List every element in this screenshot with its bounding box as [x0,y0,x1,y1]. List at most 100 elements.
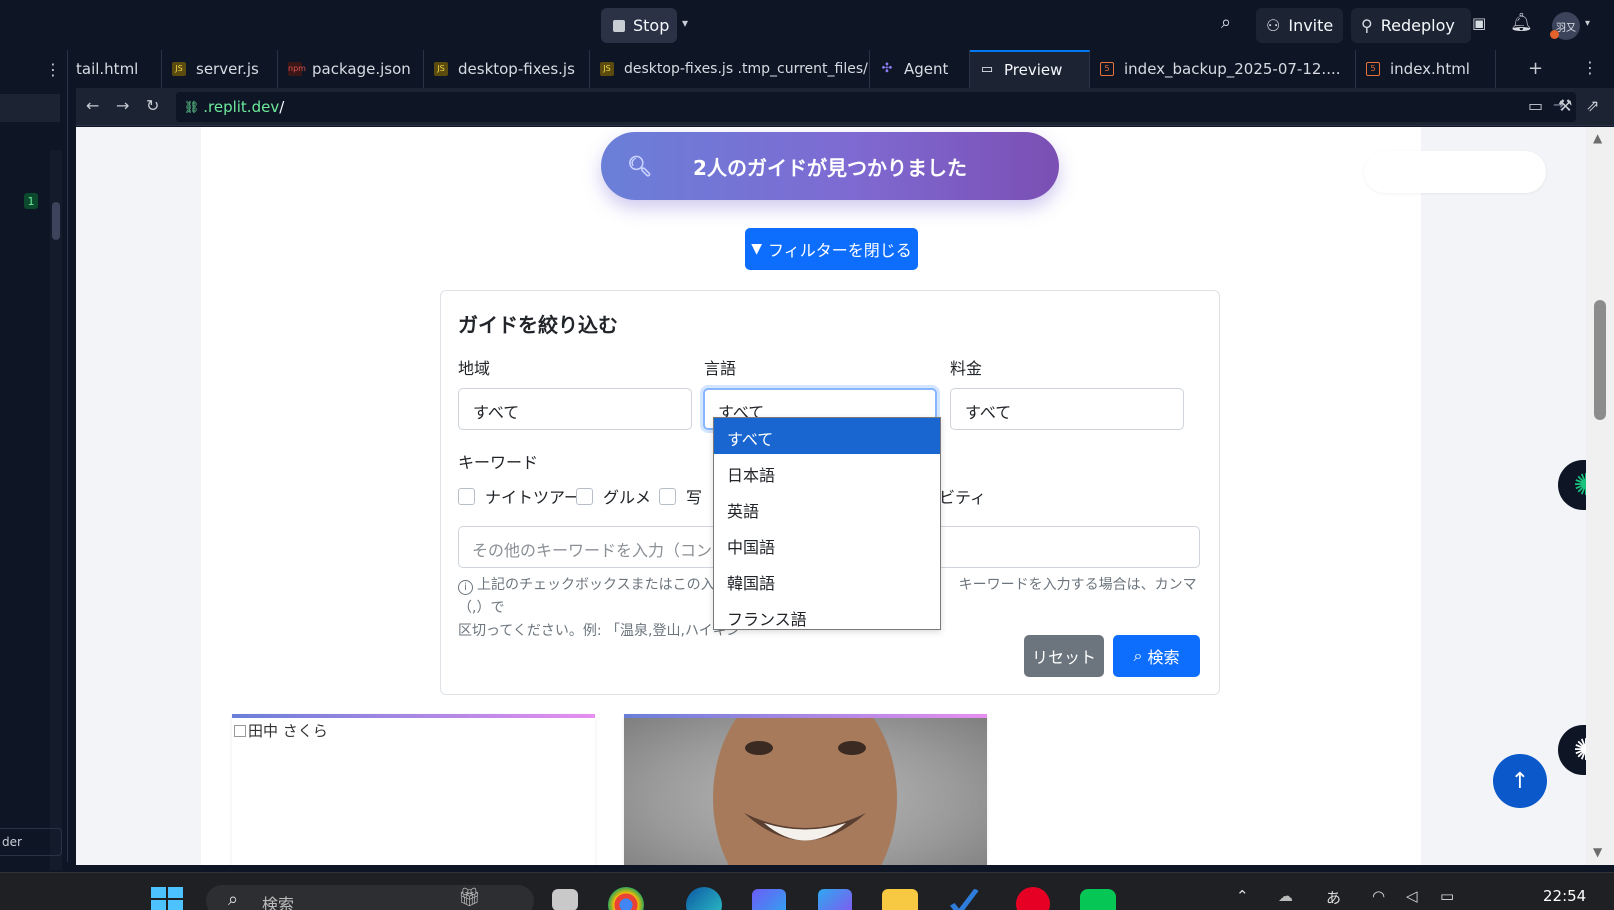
region-label: 地域 [458,359,491,378]
tab-desktop-fixes-js[interactable]: JS desktop-fixes.js [424,50,590,88]
url-field[interactable]: ⛓ .replit.dev / → [176,92,1576,122]
help-text-part: 区切ってください。例: 「温泉,登山,ハイキン [458,623,741,639]
invite-label: Invite [1288,16,1334,35]
chevron-up-icon[interactable]: ⌃ [1236,887,1249,905]
todo-icon[interactable] [950,889,980,910]
checkbox-photo[interactable]: 写 [659,484,702,508]
results-count-text: 2人のガイドが見つかりました [693,155,967,180]
status-dot [1550,30,1559,39]
reload-icon[interactable]: ↻ [146,96,159,115]
guide-card[interactable] [624,714,987,865]
search-icon: ⌕ [1133,646,1143,665]
device-icon[interactable]: ▭ [1528,96,1543,115]
chevron-down-icon[interactable]: ▾ [682,16,688,30]
more-icon[interactable]: ⋮ [1582,58,1598,77]
tab-server-js[interactable]: JS server.js [162,50,278,88]
checkbox-night-tour[interactable]: ナイトツアー [458,484,580,508]
pinterest-icon[interactable] [1016,887,1050,910]
dropdown-option-english[interactable]: 英語 [714,490,940,526]
guide-card[interactable]: 田中 さくら [232,714,595,865]
tab-label: tail.html [76,60,139,78]
scroll-thumb[interactable] [1594,300,1606,420]
sidebar-row[interactable] [0,94,60,122]
checkbox[interactable] [458,487,475,505]
agent-icon: ✣ [881,61,893,76]
wrench-icon[interactable]: ⚒ [1558,96,1572,115]
tab-agent[interactable]: ✣ Agent [870,50,970,88]
dropdown-option-korean[interactable]: 韓国語 [714,562,940,598]
tab-index-backup[interactable]: 5 index_backup_2025-07-12.... [1090,50,1356,88]
line-icon[interactable] [1080,889,1116,910]
cloud-icon[interactable]: ☁ [1278,887,1293,905]
tab-desktop-fixes-tmp[interactable]: JS desktop-fixes.js .tmp_current_files/ [590,50,870,88]
sidebar-scroll-thumb[interactable] [52,202,60,240]
copilot-app-icon[interactable] [818,889,852,910]
checkbox-label: グルメ [603,488,652,507]
region-select[interactable]: すべて [458,388,692,430]
dropdown-option-all[interactable]: すべて [714,418,940,454]
open-external-icon[interactable]: ⇗ [1586,96,1599,115]
checkbox[interactable] [576,487,593,505]
search-button-label: 検索 [1147,648,1180,667]
tab-label: package.json [312,60,411,78]
taskbar-search[interactable]: ⌕ 検索 🎁︎ [206,885,534,910]
dropdown-option-japanese[interactable]: 日本語 [714,454,940,490]
search-icon[interactable]: ⌕ [1221,12,1231,33]
keyword-label: キーワード [458,453,539,472]
scroll-down-icon[interactable]: ▼ [1593,845,1602,859]
left-sidebar: ⋮ [0,50,68,870]
chevron-down-icon[interactable]: ▾ [1585,18,1590,29]
fee-select[interactable]: すべて [950,388,1184,430]
tab-package-json[interactable]: npm package.json [278,50,424,88]
top-bar: Stop ▾ ⌕ ⚇ Invite ⚲ Redeploy ▣ 🔔︎ 羽又 ▾ [0,0,1614,50]
dropdown-option-chinese[interactable]: 中国語 [714,526,940,562]
edge-icon[interactable] [686,887,722,910]
search-icon: ⌕ [228,889,239,910]
chrome-icon[interactable] [608,887,644,910]
dropdown-option-french[interactable]: フランス語 [714,598,940,634]
forward-icon[interactable]: → [116,96,129,115]
copilot-icon[interactable] [752,889,786,910]
checkbox[interactable] [659,487,676,505]
language-dropdown: すべて 日本語 英語 中国語 韓国語 フランス語 [713,417,941,630]
taskbar-search-text: 検索 [262,895,295,910]
search-button[interactable]: ⌕ 検索 [1113,635,1200,677]
gift-icon: 🎁︎ [458,887,481,908]
invite-button[interactable]: ⚇ Invite [1256,8,1343,43]
more-icon[interactable]: ⋮ [45,60,61,79]
checkbox-gourmet[interactable]: グルメ [576,484,651,508]
redeploy-button[interactable]: ⚲ Redeploy [1351,8,1471,43]
js-file-icon: JS [172,62,186,76]
layers-icon[interactable]: ▣ [1472,14,1486,32]
windows-start-icon[interactable] [151,887,185,910]
link-icon: ⛓ [184,100,200,114]
back-icon[interactable]: ← [86,96,99,115]
battery-icon[interactable]: ▭ [1440,887,1454,905]
file-explorer-icon[interactable] [882,889,918,910]
tab-preview[interactable]: ▭ Preview [970,50,1090,88]
sidebar-scrollbar[interactable] [50,150,62,870]
sidebar-bottom-input[interactable]: der [0,828,62,856]
volume-icon[interactable]: ◁ [1406,887,1418,905]
bell-icon[interactable]: 🔔︎ [1510,12,1533,33]
task-view-icon[interactable] [552,889,578,910]
tab-tail-html[interactable]: tail.html [76,50,162,88]
ime-indicator[interactable]: あ [1326,887,1341,908]
checkbox-label: 写 [686,488,703,507]
guide-photo [624,718,987,865]
stop-button[interactable]: Stop [601,8,677,43]
windows-taskbar: ⌕ 検索 🎁︎ ⌃ ☁ あ ◠ ◁ ▭ 22:54 [0,872,1614,910]
tab-label: desktop-fixes.js .tmp_current_files/ [624,61,868,77]
new-tab-icon[interactable]: + [1528,58,1543,79]
wifi-icon[interactable]: ◠ [1372,887,1385,905]
redeploy-icon: ⚲ [1361,16,1373,35]
clock[interactable]: 22:54 [1543,887,1586,905]
json-file-icon: npm [288,62,306,76]
close-filter-button[interactable]: ▼ フィルターを閉じる [745,228,918,270]
scroll-to-top-button[interactable]: ↑ [1493,754,1547,808]
html-file-icon: 5 [1100,62,1114,76]
preview-scrollbar[interactable]: ▲ ▼ [1586,127,1614,865]
scroll-up-icon[interactable]: ▲ [1593,131,1602,145]
tab-index-html[interactable]: 5 index.html [1356,50,1496,88]
reset-button[interactable]: リセット [1024,635,1104,677]
